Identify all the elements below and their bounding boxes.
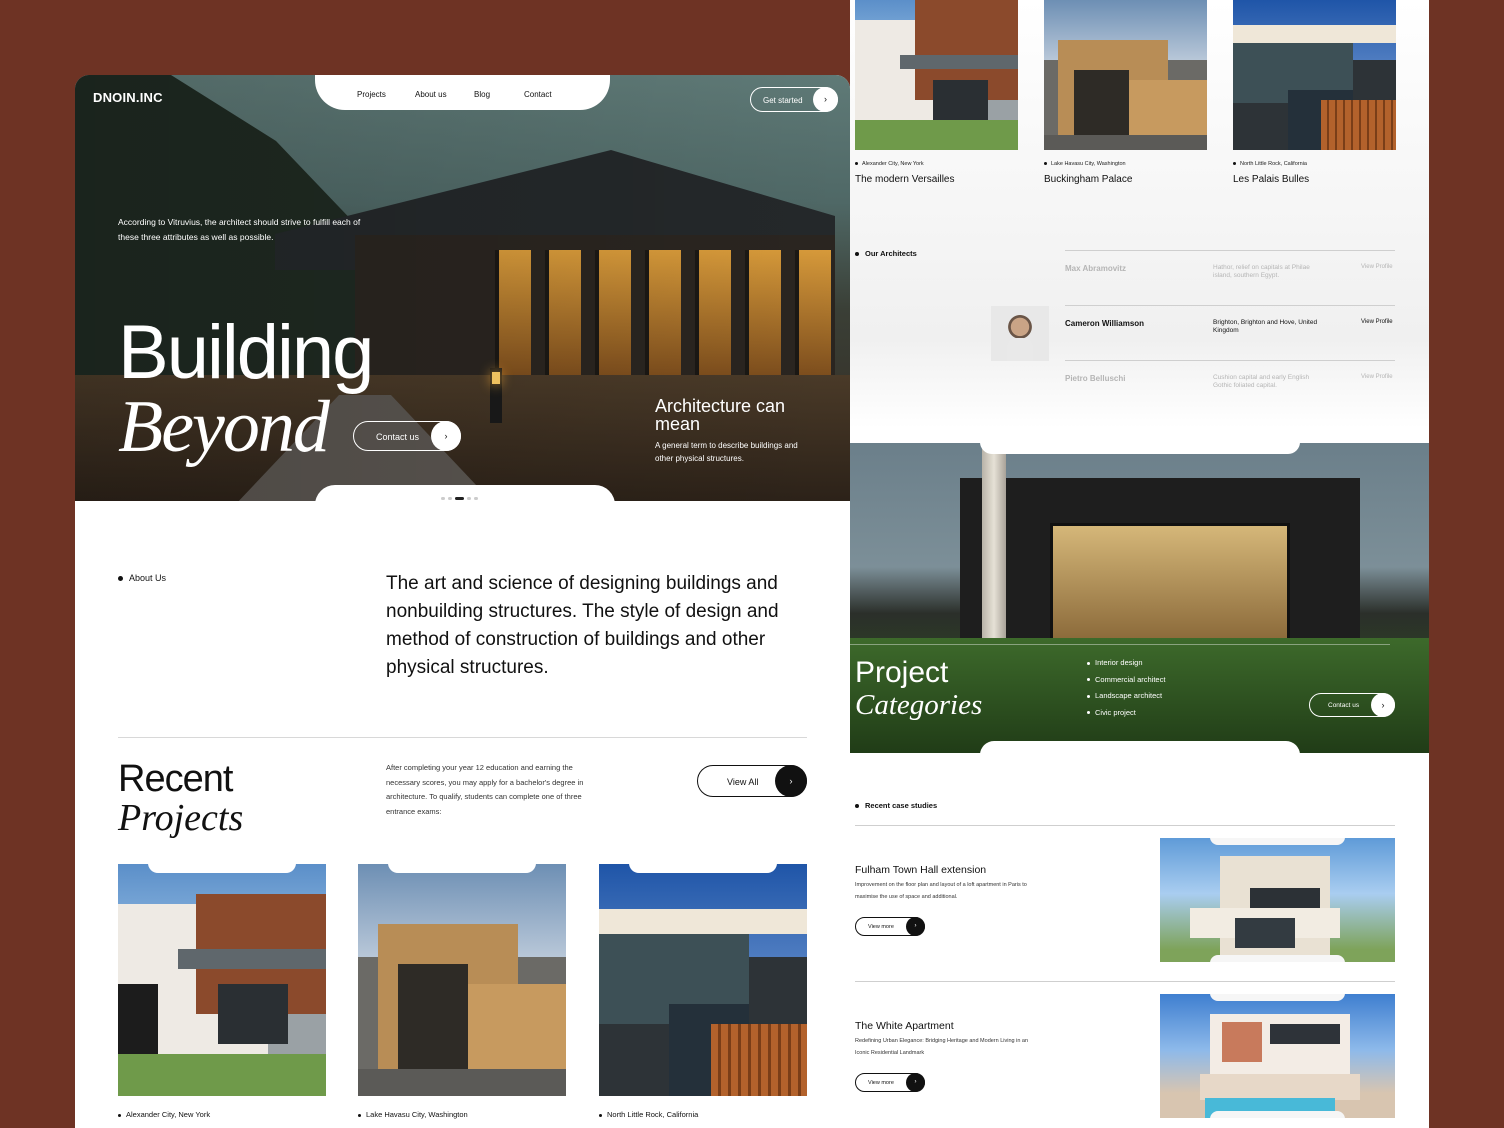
case-study-image[interactable] (1160, 994, 1395, 1118)
category-item[interactable]: Commercial architect (1087, 675, 1165, 692)
hero-title-italic: Beyond (118, 386, 330, 468)
project-name[interactable]: The modern Versailles (855, 174, 955, 185)
about-label: About Us (118, 573, 166, 583)
project-name[interactable]: Les Palais Bulles (1233, 174, 1309, 185)
get-started-button[interactable]: Get started › (750, 87, 838, 112)
section-divider (855, 981, 1395, 982)
view-profile-link[interactable]: View Profile (1361, 264, 1393, 270)
architect-name: Pietro Belluschi (1065, 374, 1126, 383)
nav-item-contact[interactable]: Contact (524, 90, 552, 99)
slider-dot[interactable] (448, 497, 452, 500)
view-profile-link[interactable]: View Profile (1361, 319, 1393, 325)
slider-dot[interactable] (467, 497, 471, 500)
architect-row[interactable]: Pietro Belluschi Cushion capital and ear… (1065, 360, 1395, 415)
architect-avatar (991, 306, 1049, 361)
view-more-button[interactable]: View more › (855, 1073, 925, 1092)
case-title: The White Apartment (855, 1020, 954, 1032)
landing-page-main: DNOIN.INC Projects About us Blog Contact… (75, 75, 850, 1128)
brand-logo[interactable]: DNOIN.INC (93, 90, 163, 105)
tree-image (982, 443, 1006, 638)
architect-row[interactable]: Cameron Williamson Brighton, Brighton an… (1065, 305, 1395, 360)
slider-dot[interactable] (441, 497, 445, 500)
architect-row[interactable]: Max Abramovitz Hathor, relief on capital… (1065, 250, 1395, 305)
architect-name: Cameron Williamson (1065, 319, 1145, 328)
project-location: Alexander City, New York (855, 161, 924, 167)
recent-description: After completing your year 12 education … (386, 763, 584, 816)
get-started-label: Get started (763, 96, 803, 105)
nav-item-about[interactable]: About us (415, 90, 474, 99)
case-studies-label: Recent case studies (855, 801, 937, 810)
chevron-right-icon: › (906, 1073, 925, 1092)
view-all-button[interactable]: View All › (697, 765, 807, 797)
category-list: Interior design Commercial architect Lan… (1087, 658, 1165, 724)
case-description: Improvement on the floor plan and layout… (855, 882, 1027, 900)
view-all-label: View All (727, 777, 759, 787)
project-location: Lake Havasu City, Washington (1044, 161, 1126, 167)
project-card-image[interactable] (855, 0, 1018, 150)
architects-label: Our Architects (855, 249, 917, 258)
project-location: Alexander City, New York (118, 1110, 210, 1119)
project-location: North Little Rock, California (1233, 161, 1307, 167)
slider-dots[interactable] (441, 497, 478, 500)
recent-title-italic: Projects (118, 797, 244, 839)
top-nav: Projects About us Blog Contact (357, 90, 552, 99)
hero-contact-button[interactable]: Contact us › (353, 421, 461, 451)
chevron-right-icon: › (1371, 693, 1395, 717)
chevron-right-icon: › (431, 421, 461, 451)
case-study-image[interactable] (1160, 838, 1395, 962)
architect-location: Brighton, Brighton and Hove, United King… (1213, 319, 1318, 334)
slider-dot-active[interactable] (455, 497, 464, 500)
architect-location: Cushion capital and early English Gothic… (1213, 374, 1310, 389)
slider-dot[interactable] (474, 497, 478, 500)
contact-label: Contact us (376, 432, 420, 442)
architecture-description: A general term to describe buildings and… (655, 441, 798, 463)
category-item[interactable]: Interior design (1087, 658, 1165, 675)
case-title: Fulham Town Hall extension (855, 864, 987, 876)
category-item[interactable]: Civic project (1087, 708, 1165, 725)
category-item[interactable]: Landscape architect (1087, 691, 1165, 708)
project-name[interactable]: Buckingham Palace (1044, 174, 1132, 185)
chevron-right-icon: › (775, 765, 807, 797)
hero-quote: According to Vitruvius, the architect sh… (118, 217, 361, 242)
landing-page-secondary: Alexander City, New York Lake Havasu Cit… (850, 0, 1429, 1128)
bullet-icon (118, 576, 123, 582)
project-location: Lake Havasu City, Washington (358, 1110, 468, 1119)
nav-item-projects[interactable]: Projects (357, 90, 415, 99)
section-divider (855, 825, 1395, 826)
architect-name: Max Abramovitz (1065, 264, 1127, 273)
project-card-image[interactable] (1044, 0, 1207, 150)
hero-section: DNOIN.INC Projects About us Blog Contact… (75, 75, 850, 501)
architecture-heading: Architecture can mean (655, 396, 786, 434)
project-location: North Little Rock, California (599, 1110, 698, 1119)
categories-title: Project (855, 656, 949, 689)
section-divider (118, 737, 807, 738)
project-card-image[interactable] (118, 864, 326, 1096)
categories-contact-button[interactable]: Contact us › (1309, 693, 1395, 717)
categories-title-italic: Categories (855, 689, 983, 721)
recent-title: Recent (118, 758, 233, 800)
view-profile-link[interactable]: View Profile (1361, 374, 1393, 380)
nav-item-blog[interactable]: Blog (474, 90, 524, 99)
project-card-image[interactable] (1233, 0, 1396, 150)
about-text: The art and science of designing buildin… (386, 573, 779, 678)
view-more-button[interactable]: View more › (855, 917, 925, 936)
chevron-right-icon: › (906, 917, 925, 936)
project-categories-section: Project Categories Interior design Comme… (850, 443, 1429, 753)
hero-title: Building (118, 310, 374, 395)
architect-location: Hathor, relief on capitals at Philae isl… (1213, 264, 1310, 279)
case-description: Redefining Urban Elegance: Bridging Heri… (855, 1038, 1029, 1056)
chevron-right-icon: › (813, 87, 838, 112)
project-card-image[interactable] (599, 864, 807, 1096)
project-card-image[interactable] (358, 864, 566, 1096)
